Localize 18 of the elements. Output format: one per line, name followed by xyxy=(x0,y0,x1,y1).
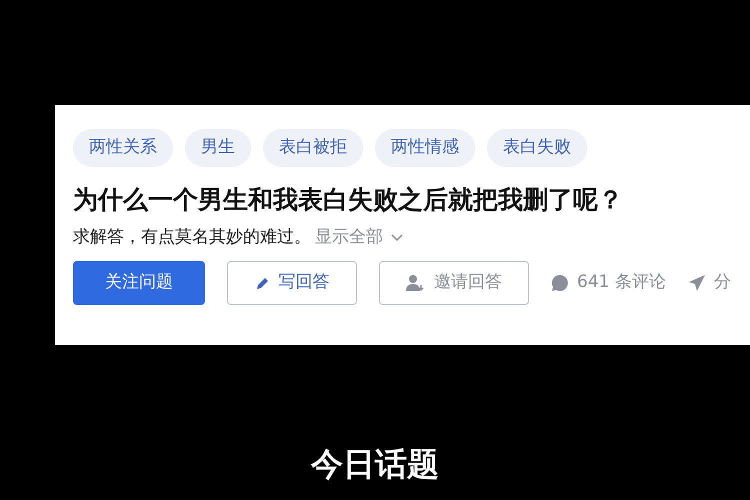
share-button[interactable]: 分 xyxy=(688,270,731,296)
caption: 今日话题 xyxy=(311,444,439,485)
comment-icon xyxy=(551,274,569,292)
comments-button[interactable]: 641 条评论 xyxy=(551,270,666,296)
write-answer-button[interactable]: 写回答 xyxy=(227,260,357,304)
topic-tag[interactable]: 男生 xyxy=(185,129,251,167)
topic-tag[interactable]: 两性情感 xyxy=(375,129,475,167)
add-person-icon xyxy=(406,274,426,292)
chevron-down-icon xyxy=(391,234,403,242)
send-icon xyxy=(688,274,706,292)
follow-button[interactable]: 关注问题 xyxy=(73,260,205,304)
invite-button[interactable]: 邀请回答 xyxy=(379,260,529,304)
question-description: 求解答，有点莫名其妙的难过。 xyxy=(73,226,311,249)
show-all-link[interactable]: 显示全部 xyxy=(315,225,403,250)
topic-tag[interactable]: 表白被拒 xyxy=(263,129,363,167)
topic-tag[interactable]: 两性关系 xyxy=(73,129,173,167)
topic-tag[interactable]: 表白失败 xyxy=(487,129,587,167)
question-title: 为什么一个男生和我表白失败之后就把我删了呢？ xyxy=(73,184,624,216)
